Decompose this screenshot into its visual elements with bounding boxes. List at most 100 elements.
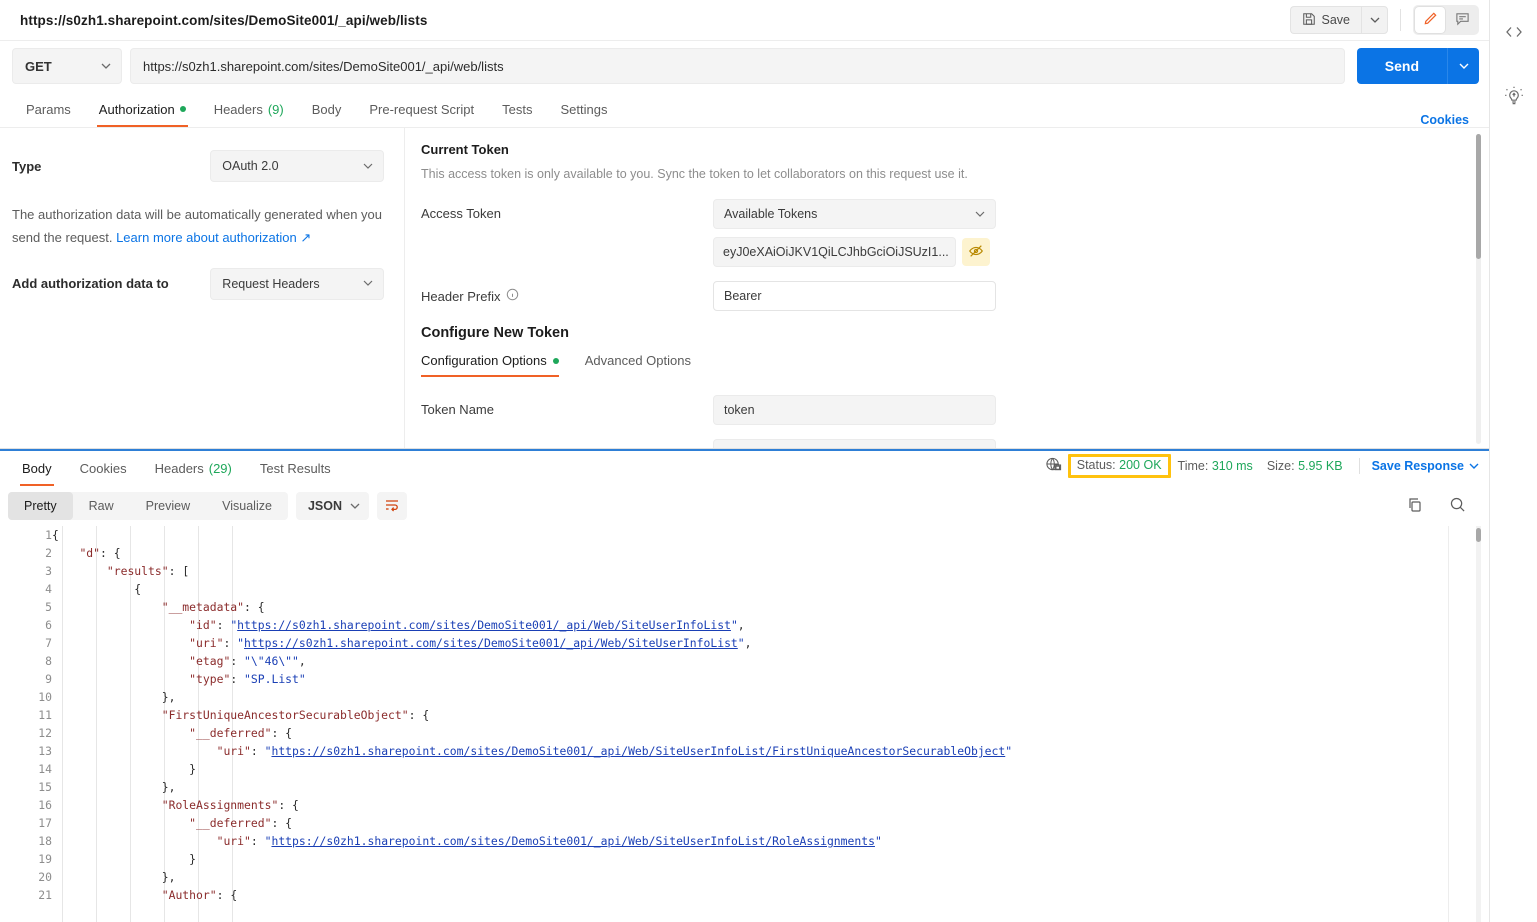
line-source: "__deferred": { xyxy=(189,816,293,830)
code-right-rule xyxy=(1448,526,1449,922)
grant-type-label: Grant Type xyxy=(421,439,713,448)
response-view-bar: Pretty Raw Preview Visualize JSON xyxy=(0,486,1489,526)
line-number: 1 xyxy=(45,528,52,542)
word-wrap-button[interactable] xyxy=(377,492,407,520)
current-token-title: Current Token xyxy=(421,142,509,157)
toggle-token-visibility-button[interactable] xyxy=(962,238,990,266)
view-mode-raw[interactable]: Raw xyxy=(73,492,130,520)
auth-type-label: Type xyxy=(12,158,42,174)
request-tabs: Params Authorization Headers (9) Body Pr… xyxy=(0,91,1489,128)
code-line: 8 "etag": "\"46\"", xyxy=(0,652,1012,670)
header-prefix-input[interactable]: Bearer xyxy=(713,281,996,311)
line-number: 20 xyxy=(38,870,52,884)
floppy-disk-icon xyxy=(1302,12,1316,29)
code-line: 9 "type": "SP.List" xyxy=(0,670,1012,688)
tab-settings[interactable]: Settings xyxy=(546,91,621,127)
line-source: "uri": "https://s0zh1.sharepoint.com/sit… xyxy=(216,744,1013,758)
request-title: https://s0zh1.sharepoint.com/sites/DemoS… xyxy=(20,12,428,28)
postman-window: https://s0zh1.sharepoint.com/sites/DemoS… xyxy=(0,0,1537,922)
save-options-button[interactable] xyxy=(1361,6,1388,34)
code-line: 13 "uri": "https://s0zh1.sharepoint.com/… xyxy=(0,742,1012,760)
pencil-icon xyxy=(1423,11,1438,29)
line-number: 9 xyxy=(45,672,52,686)
chevron-down-icon xyxy=(363,280,373,286)
http-method-select[interactable]: GET xyxy=(12,48,122,84)
current-token-subtitle: This access token is only available to y… xyxy=(421,167,968,181)
line-source: "id": "https://s0zh1.sharepoint.com/site… xyxy=(189,618,745,632)
url-input[interactable] xyxy=(130,48,1345,84)
view-mode-visualize[interactable]: Visualize xyxy=(206,492,288,520)
view-controls: Pretty Raw Preview Visualize JSON xyxy=(8,492,407,520)
chevron-down-icon xyxy=(101,63,111,69)
code-scrollbar[interactable] xyxy=(1476,526,1481,922)
copy-button[interactable] xyxy=(1405,496,1425,516)
code-scrollbar-thumb[interactable] xyxy=(1476,528,1481,542)
view-mode-preview[interactable]: Preview xyxy=(130,492,206,520)
response-actions xyxy=(1405,496,1467,516)
line-number: 14 xyxy=(38,762,52,776)
lightbulb-icon xyxy=(1504,86,1524,109)
save-button[interactable]: Save xyxy=(1289,6,1361,34)
auth-type-select[interactable]: OAuth 2.0 xyxy=(210,150,384,182)
token-value[interactable]: eyJ0eXAiOiJKV1QiLCJhbGciOiJSUzI1... xyxy=(713,237,956,267)
http-method-value: GET xyxy=(25,58,52,74)
tab-authorization[interactable]: Authorization xyxy=(85,91,200,127)
tab-label: Headers xyxy=(213,101,263,117)
save-response-button[interactable]: Save Response xyxy=(1372,459,1479,473)
tab-label: Cookies xyxy=(79,461,127,476)
view-mode-pretty[interactable]: Pretty xyxy=(8,492,73,520)
response-tab-headers[interactable]: Headers (29) xyxy=(141,451,246,486)
search-button[interactable] xyxy=(1447,496,1467,516)
tab-headers[interactable]: Headers (9) xyxy=(200,91,298,127)
line-source: "etag": "\"46\"", xyxy=(189,654,306,668)
response-bar: Body Cookies Headers (29) Test Results S… xyxy=(0,451,1489,486)
tab-label: Tests xyxy=(502,101,533,117)
auth-scrollbar[interactable] xyxy=(1476,134,1481,444)
line-number: 18 xyxy=(38,834,52,848)
available-tokens-select[interactable]: Available Tokens xyxy=(713,199,996,229)
line-source: "uri": "https://s0zh1.sharepoint.com/sit… xyxy=(189,636,752,650)
line-source: "uri": "https://s0zh1.sharepoint.com/sit… xyxy=(216,834,882,848)
add-auth-data-row: Add authorization data to Request Header… xyxy=(12,267,384,300)
auth-scrollbar-thumb[interactable] xyxy=(1476,134,1481,259)
add-auth-data-value: Request Headers xyxy=(222,276,320,291)
response-body-code[interactable]: 1{2 "d": {3 "results": [4 {5 "__metadata… xyxy=(0,526,1489,922)
line-source: "type": "SP.List" xyxy=(189,672,306,686)
send-options-button[interactable] xyxy=(1447,48,1479,84)
comment-button[interactable] xyxy=(1447,7,1477,33)
main-column: https://s0zh1.sharepoint.com/sites/DemoS… xyxy=(0,0,1489,922)
response-format-select[interactable]: JSON xyxy=(295,492,369,520)
tab-pre-request-script[interactable]: Pre-request Script xyxy=(355,91,488,127)
response-tab-test-results[interactable]: Test Results xyxy=(246,451,345,486)
response-tab-body[interactable]: Body xyxy=(8,451,66,486)
url-bar: GET Send xyxy=(0,41,1489,91)
line-number: 6 xyxy=(45,618,52,632)
tips-button[interactable] xyxy=(1499,82,1529,112)
edit-button[interactable] xyxy=(1415,7,1445,33)
subtab-advanced-options[interactable]: Advanced Options xyxy=(585,353,691,377)
code-line: 11 "FirstUniqueAncestorSecurableObject":… xyxy=(0,706,1012,724)
token-name-input[interactable]: token xyxy=(713,395,996,425)
add-auth-data-select[interactable]: Request Headers xyxy=(210,267,384,300)
line-number: 19 xyxy=(38,852,52,866)
response-tab-list: Body Cookies Headers (29) Test Results xyxy=(8,451,345,486)
tab-body[interactable]: Body xyxy=(298,91,356,127)
grant-type-select[interactable] xyxy=(713,439,996,448)
code-icon xyxy=(1504,22,1524,45)
topbar-actions: Save xyxy=(1289,5,1479,35)
line-source: }, xyxy=(161,780,176,794)
line-number: 4 xyxy=(45,582,52,596)
send-button[interactable]: Send xyxy=(1356,48,1447,84)
tab-params[interactable]: Params xyxy=(12,91,85,127)
line-number: 2 xyxy=(45,546,52,560)
tab-label: Pre-request Script xyxy=(369,101,475,117)
tab-label: Settings xyxy=(560,101,608,117)
tab-tests[interactable]: Tests xyxy=(488,91,546,127)
code-snippet-button[interactable] xyxy=(1499,18,1529,48)
status-dot xyxy=(552,357,559,364)
cookies-link[interactable]: Cookies xyxy=(1420,113,1469,127)
learn-more-link[interactable]: Learn more about authorization xyxy=(116,230,297,245)
response-tab-cookies[interactable]: Cookies xyxy=(66,451,141,486)
subtab-configuration-options[interactable]: Configuration Options xyxy=(421,353,559,377)
tab-label: Authorization xyxy=(98,101,175,117)
